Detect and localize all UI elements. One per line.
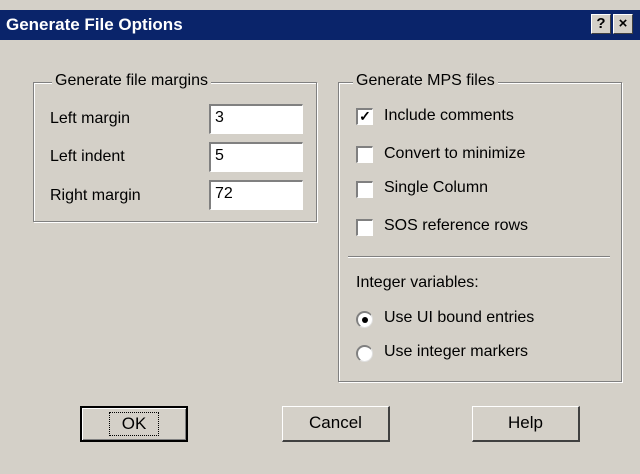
radio-dot-icon [362,317,368,323]
sos-reference-rows-label[interactable]: SOS reference rows [384,217,528,235]
integer-variables-label: Integer variables: [356,274,479,291]
left-indent-field[interactable]: 5 [209,142,303,172]
use-ui-bound-entries-label[interactable]: Use UI bound entries [384,309,534,327]
use-integer-markers-label[interactable]: Use integer markers [384,343,528,361]
convert-to-minimize-checkbox[interactable] [356,146,373,163]
help-button-label: Help [508,413,543,432]
sos-reference-rows-checkbox[interactable] [356,219,373,236]
cancel-button-label: Cancel [309,413,362,432]
ok-button-label: OK [108,412,160,436]
window-title: Generate File Options [6,15,183,34]
help-title-button[interactable]: ? [591,14,611,34]
ok-button[interactable]: OK [80,406,188,442]
left-margin-label: Left margin [50,110,131,127]
left-margin-field[interactable]: 3 [209,104,303,134]
margins-group-legend: Generate file margins [52,72,211,90]
help-button[interactable]: Help [472,406,580,442]
right-margin-label: Right margin [50,187,141,204]
title-bar[interactable]: Generate File Options ? × [0,10,640,40]
single-column-checkbox[interactable] [356,181,373,198]
left-indent-label: Left indent [50,148,125,165]
use-integer-markers-radio[interactable] [356,345,373,362]
close-icon[interactable]: × [613,14,633,34]
use-ui-bound-entries-radio[interactable] [356,311,373,328]
convert-to-minimize-label[interactable]: Convert to minimize [384,145,525,163]
checkmark-icon: ✓ [359,108,371,124]
group-divider [348,256,610,258]
right-margin-field[interactable]: 72 [209,180,303,210]
include-comments-checkbox[interactable]: ✓ [356,108,373,125]
single-column-label[interactable]: Single Column [384,179,488,197]
mps-group-legend: Generate MPS files [353,72,498,90]
dialog: Generate File Options ? × Generate file … [0,0,640,474]
cancel-button[interactable]: Cancel [282,406,390,442]
include-comments-label[interactable]: Include comments [384,107,514,125]
